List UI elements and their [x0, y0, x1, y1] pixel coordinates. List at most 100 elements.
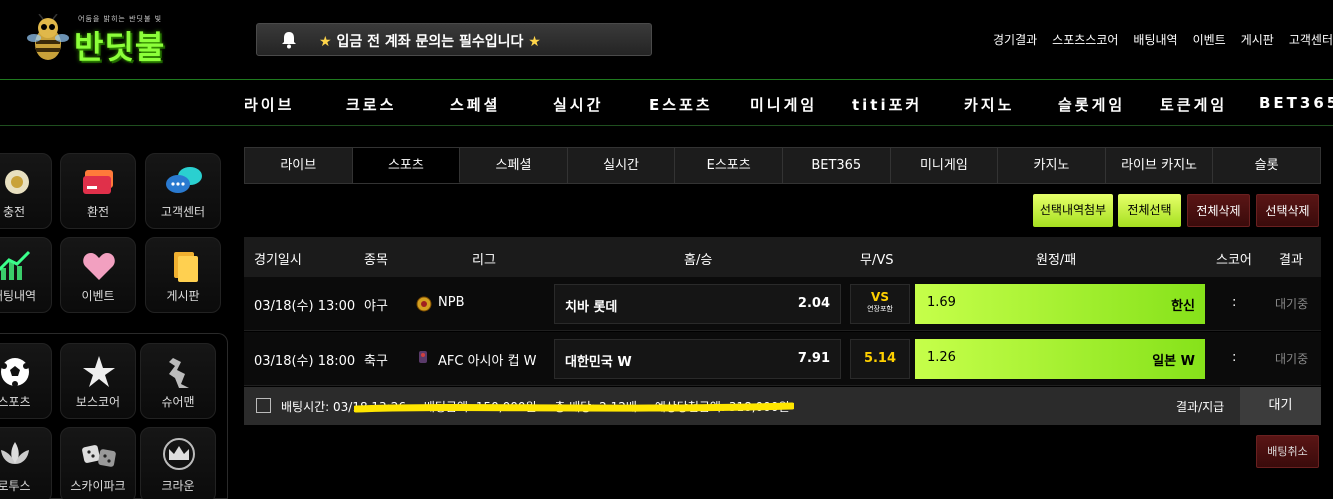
tile-label: 배팅내역 [0, 289, 37, 303]
home-team: 대한민국 W [565, 355, 632, 370]
tab-special[interactable]: 스페셜 [460, 148, 568, 183]
bet-table-header: 경기일시 종목 리그 홈/승 무/VS 원정/패 스코어 결과 [244, 237, 1321, 277]
logo[interactable]: 어둠을 밝히는 반딧불 빛 반딧불 [22, 6, 202, 70]
afc-league-icon [419, 351, 427, 363]
select-all-button[interactable]: 전체선택 [1118, 194, 1181, 227]
header-date: 경기일시 [254, 253, 302, 268]
match-result: 대기중 [1275, 297, 1309, 311]
mainnav-bet365[interactable]: BET365 [1259, 94, 1333, 112]
match-result: 대기중 [1275, 352, 1309, 366]
mainnav-minigame[interactable]: 미니게임 [750, 94, 817, 115]
home-odds-cell[interactable]: 대한민국 W 7.91 [554, 339, 841, 379]
bell-icon [282, 32, 296, 49]
tile-label: 슈어맨 [161, 395, 195, 409]
result-payout-label: 결과/지급 [1176, 400, 1225, 414]
topnav-sports-score[interactable]: 스포츠스코어 [1052, 31, 1118, 48]
away-team: 한신 [1171, 299, 1195, 314]
tab-sports[interactable]: 스포츠 [352, 148, 461, 183]
match-sport: 축구 [364, 354, 388, 369]
home-team: 치바 롯데 [565, 300, 618, 315]
topnav-events[interactable]: 이벤트 [1193, 31, 1226, 48]
bet-summary-bar: 배팅시간: 03/18 13:26 배팅금액: 150,000원 총 배당: 2… [244, 387, 1321, 425]
match-league: NPB [438, 295, 465, 310]
tile-charge[interactable]: 충전 [0, 153, 52, 229]
notice-message: 입금 전 계좌 문의는 필수입니다 [336, 34, 524, 50]
tab-esports[interactable]: E스포츠 [675, 148, 783, 183]
home-odds: 7.91 [797, 351, 830, 366]
tile-support[interactable]: 고객센터 [145, 153, 221, 229]
star-icon: ★ [319, 34, 332, 50]
sureman-icon [169, 358, 189, 388]
topnav-board[interactable]: 게시판 [1241, 31, 1274, 48]
mainnav-cross[interactable]: 크로스 [346, 94, 396, 115]
draw-value: VS [871, 290, 889, 304]
away-odds-cell[interactable]: 1.26 일본 W [915, 339, 1205, 379]
attach-selected-button[interactable]: 선택내역첨부 [1033, 194, 1113, 227]
mainnav-realtime[interactable]: 실시간 [553, 94, 603, 115]
draw-cell[interactable]: VS 연장포함 [850, 284, 910, 324]
tab-live-casino[interactable]: 라이브 카지노 [1105, 148, 1214, 183]
topnav-bet-history[interactable]: 배팅내역 [1133, 31, 1177, 48]
home-odds-cell[interactable]: 치바 롯데 2.04 [554, 284, 841, 324]
tile-sureman[interactable]: 슈어맨 [140, 343, 216, 419]
away-team: 일본 W [1152, 354, 1195, 369]
match-date: 03/18(수) 13:00 [254, 299, 356, 314]
away-odds: 1.69 [927, 295, 956, 310]
mainnav-special[interactable]: 스페셜 [450, 94, 500, 115]
match-sport: 야구 [364, 299, 388, 314]
tile-label: 크라운 [161, 479, 195, 493]
tab-casino[interactable]: 카지노 [998, 148, 1106, 183]
tile-exchange[interactable]: 환전 [60, 153, 136, 229]
mainnav-slot[interactable]: 슬롯게임 [1058, 94, 1125, 115]
exchange-card-icon [83, 170, 113, 194]
topnav-results[interactable]: 경기결과 [993, 31, 1037, 48]
star-icon [83, 356, 115, 387]
draw-cell[interactable]: 5.14 [850, 339, 910, 379]
star-icon: ★ [528, 34, 541, 50]
mainnav-casino[interactable]: 카지노 [964, 94, 1014, 115]
cancel-bet-button[interactable]: 배팅취소 [1256, 435, 1319, 468]
tile-label: 환전 [86, 205, 110, 219]
tile-events[interactable]: 이벤트 [60, 237, 136, 313]
tile-crown[interactable]: 크라운 [140, 427, 216, 499]
delete-selected-button[interactable]: 선택삭제 [1256, 194, 1319, 227]
tile-skypark[interactable]: 스카이파크 [60, 427, 136, 499]
table-row: 03/18(수) 18:00 축구 AFC 아시아 컵 W 대한민국 W 7.9… [244, 332, 1321, 386]
mainnav-esports[interactable]: E스포츠 [649, 94, 713, 115]
tab-bet365[interactable]: BET365 [782, 148, 891, 183]
notice-text: ★ 입금 전 계좌 문의는 필수입니다 ★ [319, 31, 541, 51]
tile-label: 보스코어 [75, 395, 121, 409]
draw-note: 연장포함 [867, 305, 893, 313]
chart-icon [0, 250, 31, 280]
npb-league-icon [416, 296, 432, 312]
bet-status: 대기 [1240, 387, 1321, 425]
soccer-ball-icon [1, 358, 29, 387]
notice-bar: ★ 입금 전 계좌 문의는 필수입니다 ★ [256, 23, 652, 56]
tab-live[interactable]: 라이브 [245, 148, 353, 183]
header-score: 스코어 [1216, 253, 1252, 268]
yellow-highlight-mark [354, 402, 794, 413]
tab-minigame[interactable]: 미니게임 [890, 148, 999, 183]
tab-slot[interactable]: 슬롯 [1213, 148, 1320, 183]
tile-board[interactable]: 게시판 [145, 237, 221, 313]
tile-sports[interactable]: 스포츠 [0, 343, 52, 419]
match-score: : [1232, 295, 1237, 310]
heart-icon [83, 253, 115, 280]
header-sport: 종목 [364, 253, 388, 268]
tile-bet-history[interactable]: 배팅내역 [0, 237, 52, 313]
mainnav-token[interactable]: 토큰게임 [1160, 94, 1227, 115]
tab-realtime[interactable]: 실시간 [567, 148, 676, 183]
table-row: 03/18(수) 13:00 야구 NPB 치바 롯데 2.04 VS 연장포함… [244, 277, 1321, 331]
tile-lotus[interactable]: 로투스 [0, 427, 52, 499]
delete-all-button[interactable]: 전체삭제 [1187, 194, 1250, 227]
dice-icon [82, 445, 116, 467]
tile-label: 로투스 [0, 479, 31, 493]
away-odds-cell[interactable]: 1.69 한신 [915, 284, 1205, 324]
mainnav-titi-poker[interactable]: titi포커 [852, 94, 922, 115]
tile-boscore[interactable]: 보스코어 [60, 343, 136, 419]
header: 어둠을 밝히는 반딧불 빛 반딧불 ★ 입금 전 계좌 문의는 필수입니다 ★ … [0, 0, 1333, 80]
mainnav-live[interactable]: 라이브 [244, 94, 294, 115]
home-odds: 2.04 [797, 296, 830, 311]
topnav-support[interactable]: 고객센터 [1289, 31, 1333, 48]
bet-select-checkbox[interactable] [256, 398, 271, 413]
